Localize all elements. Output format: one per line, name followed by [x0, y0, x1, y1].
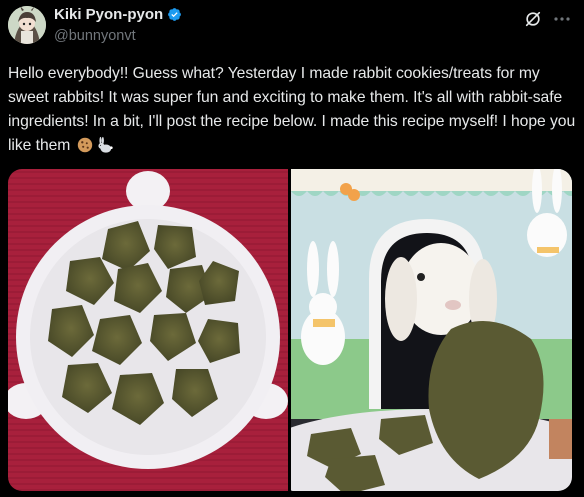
tweet-header: Kiki Pyon-pyon @bunnyonvt — [0, 0, 584, 56]
tweet-text: Hello everybody!! Guess what? Yesterday … — [8, 62, 578, 158]
grok-icon[interactable] — [524, 10, 542, 28]
verified-badge-icon[interactable] — [167, 7, 182, 22]
cookie-emoji — [77, 137, 92, 153]
display-name[interactable]: Kiki Pyon-pyon — [54, 6, 163, 23]
media-gallery[interactable] — [8, 169, 572, 491]
more-icon[interactable] — [552, 10, 572, 28]
handle[interactable]: @bunnyonvt — [54, 28, 136, 44]
rabbit-in-box-photo[interactable] — [291, 169, 572, 491]
cookies-on-plate-photo[interactable] — [8, 169, 288, 491]
avatar[interactable] — [8, 6, 46, 44]
rabbit-emoji — [98, 136, 113, 153]
